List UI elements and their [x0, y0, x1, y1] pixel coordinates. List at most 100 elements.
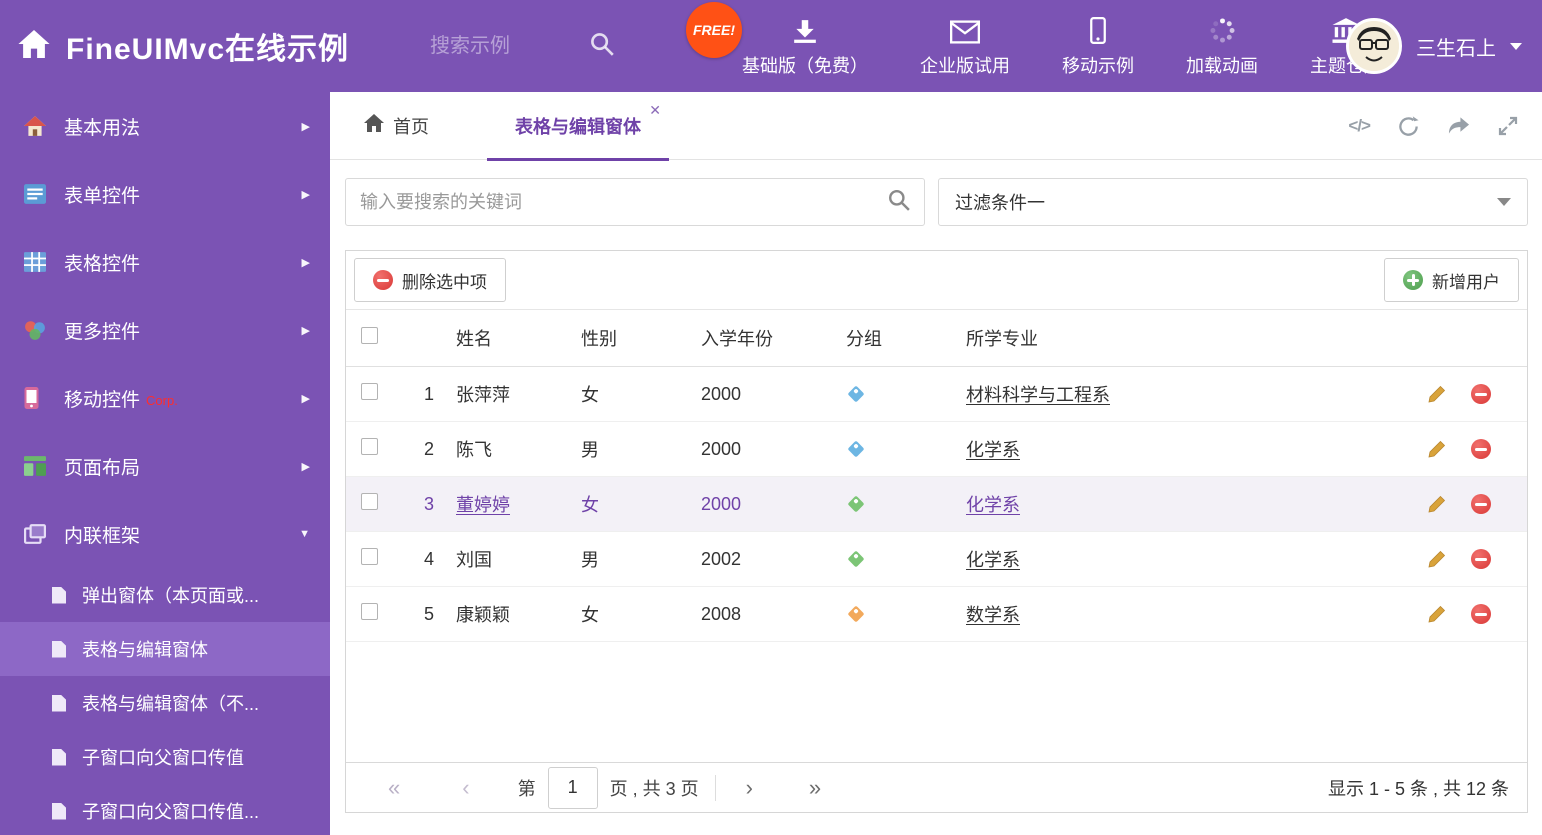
share-icon[interactable]: [1447, 116, 1470, 136]
filter-dropdown-value: 过滤条件一: [955, 193, 1045, 213]
major-link[interactable]: 数学系: [966, 605, 1020, 625]
edit-pencil-icon[interactable]: [1427, 494, 1447, 514]
nav-loading-animation[interactable]: 加载动画: [1160, 0, 1284, 92]
free-badge: FREE!: [686, 2, 742, 58]
tab-home[interactable]: 首页: [364, 113, 429, 139]
delete-row-icon[interactable]: [1471, 439, 1491, 459]
sidebar-item-form-controls[interactable]: 表单控件: [0, 160, 330, 228]
minus-circle-icon: [373, 270, 393, 290]
select-all-checkbox[interactable]: [361, 327, 378, 344]
edit-pencil-icon[interactable]: [1427, 604, 1447, 624]
cell-gender: 女: [581, 605, 599, 625]
sidebar-subitem-popup-window[interactable]: 弹出窗体（本页面或...: [0, 568, 330, 622]
button-label: 新增用户: [1432, 272, 1500, 292]
sidebar-item-mobile-controls[interactable]: 移动控件 Corp.: [0, 364, 330, 432]
nav-mobile-demo[interactable]: 移动示例: [1036, 0, 1160, 92]
sidebar-subitem-grid-edit-window[interactable]: 表格与编辑窗体: [0, 622, 330, 676]
sidebar-subitem-child-to-parent-2[interactable]: 子窗口向父窗口传值...: [0, 784, 330, 835]
page-number-input[interactable]: [547, 766, 598, 809]
tab-grid-edit-window[interactable]: 表格与编辑窗体: [487, 92, 669, 161]
cell-name-link[interactable]: 董婷婷: [456, 495, 510, 515]
delete-row-icon[interactable]: [1471, 384, 1491, 404]
sidebar-item-basic-usage[interactable]: 基本用法: [0, 92, 330, 160]
cell-year: 2008: [701, 603, 742, 624]
sidebar-subitem-grid-edit-window-2[interactable]: 表格与编辑窗体（不...: [0, 676, 330, 730]
major-link[interactable]: 化学系: [966, 550, 1020, 570]
file-icon: [52, 586, 66, 604]
row-checkbox[interactable]: [361, 383, 378, 400]
sidebar-subitem-label: 表格与编辑窗体: [82, 640, 208, 660]
layout-icon: [24, 456, 48, 476]
chevron-right-icon: [302, 324, 310, 337]
delete-row-icon[interactable]: [1471, 494, 1491, 514]
expand-icon[interactable]: [1498, 116, 1518, 136]
tab-actions: </>: [1348, 92, 1518, 160]
filter-dropdown[interactable]: 过滤条件一: [938, 178, 1528, 226]
nav-label: 基础版（免费）: [742, 56, 868, 76]
first-page-button[interactable]: [388, 777, 400, 799]
keyword-search-box[interactable]: [345, 178, 925, 226]
cell-year: 2000: [701, 493, 742, 514]
table-row: 4 刘国 男 2002 化学系: [346, 532, 1527, 587]
sidebar-item-inline-frame[interactable]: 内联框架: [0, 500, 330, 568]
brand[interactable]: FineUIMvc在线示例: [18, 0, 349, 92]
form-icon: [24, 184, 48, 204]
sidebar-item-grid-controls[interactable]: 表格控件: [0, 228, 330, 296]
prev-page-button[interactable]: [462, 777, 469, 799]
envelope-icon: [950, 14, 980, 44]
search-icon[interactable]: [888, 189, 910, 216]
avatar[interactable]: [1346, 18, 1402, 74]
sidebar-item-more-controls[interactable]: 更多控件: [0, 296, 330, 364]
header-search-input[interactable]: [430, 34, 590, 58]
close-icon[interactable]: [649, 102, 661, 119]
cell-name: 张萍萍: [456, 385, 510, 405]
nav-enterprise-trial[interactable]: 企业版试用: [894, 0, 1036, 92]
page-label-prefix: 第: [517, 778, 536, 799]
col-group: 分组: [846, 329, 882, 349]
col-year: 入学年份: [701, 329, 773, 349]
sidebar-subitem-label: 弹出窗体（本页面或...: [82, 586, 260, 606]
sidebar-subitem-child-to-parent[interactable]: 子窗口向父窗口传值: [0, 730, 330, 784]
spinner-icon: [1209, 14, 1236, 44]
edit-pencil-icon[interactable]: [1427, 549, 1447, 569]
refresh-icon[interactable]: [1398, 115, 1419, 137]
next-page-button[interactable]: [746, 777, 753, 799]
record-summary: 显示 1 - 5 条 , 共 12 条: [1327, 778, 1509, 799]
col-gender: 性别: [581, 329, 617, 349]
delete-selected-button[interactable]: 删除选中项: [354, 258, 506, 302]
source-code-icon[interactable]: </>: [1348, 116, 1371, 136]
sidebar-item-page-layout[interactable]: 页面布局: [0, 432, 330, 500]
edit-pencil-icon[interactable]: [1427, 439, 1447, 459]
row-index: 5: [423, 603, 434, 624]
row-checkbox[interactable]: [361, 493, 378, 510]
edit-pencil-icon[interactable]: [1427, 384, 1447, 404]
button-label: 删除选中项: [402, 272, 487, 292]
cell-name: 陈飞: [456, 440, 492, 460]
grid-panel: 删除选中项 新增用户 姓名 性别 入学年份 分组 所学专业 1 张萍萍 女 20…: [345, 250, 1528, 813]
nav-label: 移动示例: [1062, 56, 1134, 76]
cell-year: 2000: [701, 383, 742, 404]
table-icon: [24, 252, 48, 272]
search-icon[interactable]: [590, 32, 614, 61]
row-checkbox[interactable]: [361, 548, 378, 565]
row-checkbox[interactable]: [361, 438, 378, 455]
add-user-button[interactable]: 新增用户: [1384, 258, 1519, 302]
major-link[interactable]: 材料科学与工程系: [966, 385, 1110, 405]
mobile-icon: [1090, 14, 1106, 44]
file-icon: [52, 802, 66, 820]
row-checkbox[interactable]: [361, 603, 378, 620]
user-menu[interactable]: 三生石上: [1346, 0, 1522, 92]
keyword-search-input[interactable]: [360, 191, 888, 213]
major-link[interactable]: 化学系: [966, 440, 1020, 460]
header-search[interactable]: [430, 22, 640, 70]
last-page-button[interactable]: [809, 777, 821, 799]
delete-row-icon[interactable]: [1471, 604, 1491, 624]
delete-row-icon[interactable]: [1471, 549, 1491, 569]
plus-circle-icon: [1403, 270, 1423, 290]
table-header-row: 姓名 性别 入学年份 分组 所学专业: [346, 309, 1527, 367]
sidebar-item-label: 页面布局: [64, 457, 141, 479]
row-index: 1: [423, 383, 434, 404]
app-window: FineUIMvc在线示例 FREE! 基础版（免费） 企业版试用: [0, 0, 1542, 835]
major-link[interactable]: 化学系: [966, 495, 1020, 515]
nav-basic-free[interactable]: 基础版（免费）: [716, 0, 894, 92]
